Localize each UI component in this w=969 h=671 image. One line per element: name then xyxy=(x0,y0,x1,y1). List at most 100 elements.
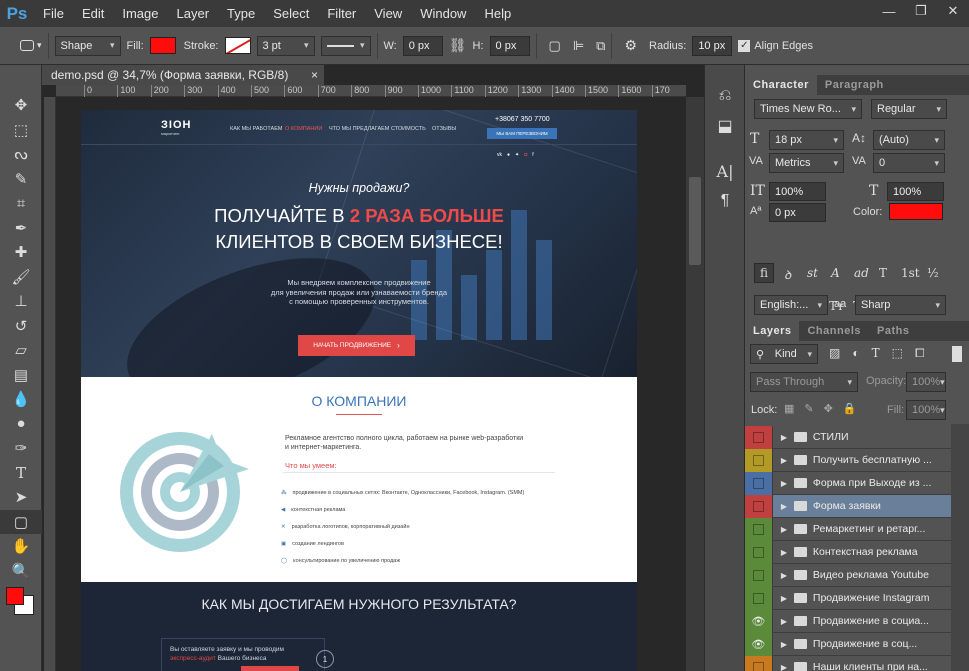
fill-swatch[interactable] xyxy=(149,37,176,54)
menu-file[interactable]: File xyxy=(34,0,73,27)
stroke-type-select[interactable] xyxy=(320,35,371,56)
visibility-toggle[interactable] xyxy=(745,448,773,472)
vertical-scale-field[interactable]: 100% xyxy=(769,182,826,201)
align-edges-checkbox[interactable]: ✓ xyxy=(738,39,751,52)
menu-view[interactable]: View xyxy=(365,0,411,27)
radius-field[interactable]: 10 px xyxy=(692,35,733,56)
tab-paragraph[interactable]: Paragraph xyxy=(817,75,892,95)
ordinals-1st-button[interactable]: 1st xyxy=(901,266,920,280)
brush-tool-icon[interactable]: 🖌 xyxy=(0,265,42,290)
path-operations-icon[interactable]: ▢ xyxy=(549,38,561,54)
expand-triangle-icon[interactable]: ▶ xyxy=(781,502,787,511)
character-panel-icon[interactable]: A| xyxy=(705,156,745,186)
healing-brush-tool-icon[interactable]: ✚ xyxy=(0,240,42,265)
menu-edit[interactable]: Edit xyxy=(73,0,113,27)
canvas-scrollbar-thumb[interactable] xyxy=(689,177,701,265)
tab-channels[interactable]: Channels xyxy=(799,321,869,341)
layer-row[interactable]: 👁 ▶ Продвижение в социа... xyxy=(745,609,952,633)
blend-mode-select[interactable]: Pass Through xyxy=(750,372,858,392)
visibility-toggle[interactable] xyxy=(745,426,773,449)
lock-image-icon[interactable]: ✎ xyxy=(804,402,813,415)
path-select-tool-icon[interactable]: ➤ xyxy=(0,485,42,510)
quick-select-tool-icon[interactable]: ✎ xyxy=(0,167,42,192)
titling-alternates-button[interactable]: ad xyxy=(854,266,869,280)
shape-filter-icon[interactable]: ⬚ xyxy=(892,346,903,361)
move-tool-icon[interactable]: ✥ xyxy=(0,93,42,118)
vk-icon[interactable]: vk xyxy=(497,152,502,158)
visibility-toggle[interactable] xyxy=(745,494,773,518)
zoom-tool-icon[interactable]: 🔍 xyxy=(0,559,42,584)
maximize-button[interactable]: ❐ xyxy=(905,0,937,22)
crop-tool-icon[interactable]: ⌗ xyxy=(0,191,42,216)
layer-row[interactable]: ▶ Контекстная реклама xyxy=(745,540,952,564)
tab-layers[interactable]: Layers xyxy=(745,321,800,341)
pen-tool-icon[interactable]: ✑ xyxy=(0,436,42,461)
menu-type[interactable]: Type xyxy=(218,0,264,27)
expand-triangle-icon[interactable]: ▶ xyxy=(781,617,787,626)
link-icon[interactable]: ⛓ xyxy=(449,37,467,54)
menu-layer[interactable]: Layer xyxy=(168,0,219,27)
gradient-tool-icon[interactable]: ▤ xyxy=(0,363,42,388)
layers-scrollbar[interactable] xyxy=(951,424,969,671)
path-alignment-icon[interactable]: ⊫ xyxy=(573,38,584,54)
menu-filter[interactable]: Filter xyxy=(318,0,365,27)
expand-triangle-icon[interactable]: ▶ xyxy=(781,479,787,488)
expand-triangle-icon[interactable]: ▶ xyxy=(781,525,787,534)
menu-image[interactable]: Image xyxy=(113,0,167,27)
width-field[interactable]: 0 px xyxy=(402,35,443,56)
swash-button[interactable]: st xyxy=(807,266,818,280)
step-button[interactable] xyxy=(241,666,299,671)
layer-row[interactable]: ▶ Видео реклама Youtube xyxy=(745,563,952,587)
facebook-icon[interactable]: f xyxy=(532,152,533,158)
layer-row[interactable]: ▶ Получить бесплатную ... xyxy=(745,448,952,472)
twitter-icon[interactable]: ✦ xyxy=(515,152,519,158)
text-color-swatch[interactable] xyxy=(889,203,943,220)
foreground-color-swatch[interactable] xyxy=(6,587,24,605)
tracking-field[interactable]: 0 xyxy=(873,153,945,173)
document-canvas[interactable]: ЗІОН маркетинг КАК МЫ РАБОТАЕМ О КОМПАНИ… xyxy=(81,110,637,671)
adjustment-filter-icon[interactable]: ◐ xyxy=(852,346,859,361)
visibility-toggle[interactable] xyxy=(745,471,773,495)
rounded-rectangle-tool-icon[interactable]: ▢ xyxy=(0,509,42,534)
instagram-icon[interactable]: ◘ xyxy=(524,152,527,158)
tab-paths[interactable]: Paths xyxy=(869,321,917,341)
clone-stamp-tool-icon[interactable]: ⊥ xyxy=(0,289,42,314)
paragraph-panel-icon[interactable]: ¶ xyxy=(705,186,745,216)
expand-triangle-icon[interactable]: ▶ xyxy=(781,456,787,465)
color-swatches[interactable] xyxy=(0,583,41,623)
expand-triangle-icon[interactable]: ▶ xyxy=(781,548,787,557)
gear-icon[interactable]: ⚙ xyxy=(624,37,637,54)
eyedropper-tool-icon[interactable]: ✒ xyxy=(0,216,42,241)
visibility-toggle[interactable] xyxy=(745,517,773,541)
font-family-select[interactable]: Times New Ro... xyxy=(754,99,862,119)
font-size-field[interactable]: 18 px xyxy=(769,130,844,150)
type-filter-icon[interactable]: T xyxy=(872,346,880,361)
expand-triangle-icon[interactable]: ▶ xyxy=(781,640,787,649)
tool-preset-picker[interactable]: ▾ xyxy=(20,40,42,51)
stroke-width-field[interactable]: 3 pt xyxy=(256,35,315,56)
opacity-field[interactable]: 100% xyxy=(906,372,946,392)
menu-help[interactable]: Help xyxy=(475,0,520,27)
layer-row[interactable]: ▶ Продвижение Instagram xyxy=(745,586,952,610)
type-tool-icon[interactable]: T xyxy=(0,461,42,486)
ligatures-button[interactable]: fi xyxy=(760,266,768,280)
height-field[interactable]: 0 px xyxy=(489,35,530,56)
kerning-select[interactable]: Metrics xyxy=(769,153,844,173)
pixel-filter-icon[interactable]: ▨ xyxy=(829,346,840,361)
marquee-tool-icon[interactable]: ⬚ xyxy=(0,118,42,143)
baseline-shift-field[interactable]: 0 px xyxy=(769,203,826,222)
layer-filter-kind[interactable]: ⚲ Kind xyxy=(750,344,818,364)
history-brush-tool-icon[interactable]: ↺ xyxy=(0,314,42,339)
eye-icon[interactable]: 👁 xyxy=(745,609,773,633)
close-window-button[interactable]: ✕ xyxy=(937,0,969,22)
nav-reviews[interactable]: ОТЗЫВЫ xyxy=(432,126,456,132)
menu-select[interactable]: Select xyxy=(264,0,318,27)
properties-panel-icon[interactable]: ⬓ xyxy=(705,111,745,141)
visibility-toggle[interactable] xyxy=(745,563,773,587)
hand-tool-icon[interactable]: ✋ xyxy=(0,534,42,559)
visibility-toggle[interactable] xyxy=(745,586,773,610)
start-promotion-button[interactable]: НАЧАТЬ ПРОДВИЖЕНИЕ › xyxy=(298,335,415,356)
horizontal-scale-field[interactable]: 100% xyxy=(887,182,944,201)
shape-mode-select[interactable]: Shape xyxy=(54,35,121,56)
history-panel-icon[interactable]: ⎌ xyxy=(705,81,745,111)
